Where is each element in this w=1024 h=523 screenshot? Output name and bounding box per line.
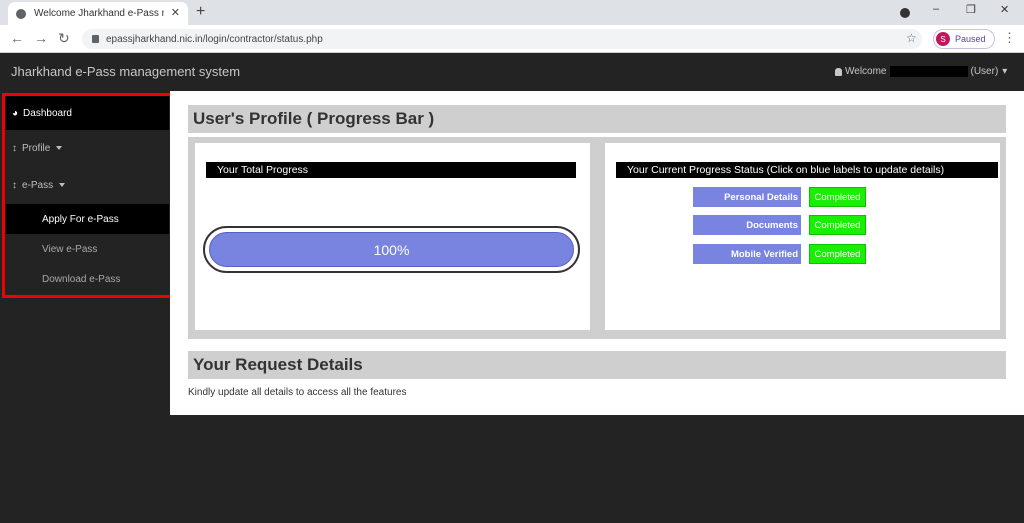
status-row: Mobile Verified Completed	[693, 244, 866, 264]
redacted-username	[889, 66, 968, 77]
browser-tab[interactable]: Welcome Jharkhand e-Pass mana ✕	[8, 2, 188, 25]
request-note: Kindly update all details to access all …	[188, 387, 407, 398]
url-input[interactable]: epassjharkhand.nic.in/login/contractor/s…	[82, 29, 922, 49]
browser-menu-icon[interactable]: ⋮	[1003, 30, 1016, 46]
status-title: Your Current Progress Status (Click on b…	[616, 162, 998, 178]
bookmark-star-icon[interactable]: ☆	[906, 31, 917, 45]
progress-percent: 100%	[373, 241, 410, 258]
minimize-icon[interactable]: –	[933, 3, 939, 15]
user-role: (User)	[970, 66, 999, 77]
profile-heading: User's Profile ( Progress Bar )	[188, 105, 1006, 133]
back-icon[interactable]: ←	[10, 30, 24, 46]
status-row: Documents Completed	[693, 215, 866, 235]
status-row: Personal Details Completed	[693, 187, 866, 207]
lock-icon	[92, 35, 99, 43]
main-content: User's Profile ( Progress Bar ) Your Tot…	[170, 91, 1024, 415]
request-heading: Your Request Details	[188, 351, 1006, 379]
window-close-icon[interactable]: ✕	[1000, 3, 1009, 16]
chevron-down-icon: ▾	[1002, 66, 1008, 77]
status-badge: Completed	[809, 215, 866, 235]
progress-bar: 100%	[203, 226, 580, 273]
browser-tab-bar: Welcome Jharkhand e-Pass mana ✕ + – ❐ ✕	[0, 0, 1024, 25]
total-progress-title: Your Total Progress	[206, 162, 576, 178]
user-icon	[835, 67, 842, 76]
profile-chip[interactable]: S Paused	[933, 29, 995, 49]
url-text: epassjharkhand.nic.in/login/contractor/s…	[106, 33, 323, 45]
forward-icon[interactable]: →	[34, 30, 48, 46]
user-menu[interactable]: Welcome (User) ▾	[835, 66, 1007, 77]
progress-fill: 100%	[209, 232, 574, 267]
globe-icon	[16, 8, 26, 19]
tab-title: Welcome Jharkhand e-Pass mana	[34, 8, 164, 19]
tab-close-icon[interactable]: ✕	[171, 6, 180, 19]
status-panel: Your Current Progress Status (Click on b…	[605, 143, 1000, 330]
new-tab-icon[interactable]: +	[196, 3, 205, 21]
red-highlight-box	[2, 93, 174, 298]
status-label-documents[interactable]: Documents	[693, 215, 801, 235]
site-header: Jharkhand e-Pass management system Welco…	[0, 53, 1024, 91]
profile-status: Paused	[955, 34, 986, 44]
progress-panels: Your Total Progress 100% Your Current Pr…	[188, 137, 1006, 339]
status-badge: Completed	[809, 244, 866, 264]
status-label-mobile-verified[interactable]: Mobile Verified	[693, 244, 801, 264]
reload-icon[interactable]: ↻	[58, 30, 70, 47]
restore-icon[interactable]: ❐	[966, 3, 976, 16]
status-badge: Completed	[809, 187, 866, 207]
sidebar: ◕ Dashboard ↕ Profile ↕ e-Pass Apply For…	[0, 91, 174, 523]
total-progress-panel: Your Total Progress 100%	[195, 143, 590, 330]
welcome-text: Welcome	[845, 66, 887, 77]
address-bar-row: ← → ↻ epassjharkhand.nic.in/login/contra…	[0, 25, 1024, 53]
status-label-personal-details[interactable]: Personal Details	[693, 187, 801, 207]
extension-icon[interactable]	[900, 8, 910, 18]
avatar: S	[936, 32, 950, 46]
brand-title[interactable]: Jharkhand e-Pass management system	[11, 64, 240, 79]
